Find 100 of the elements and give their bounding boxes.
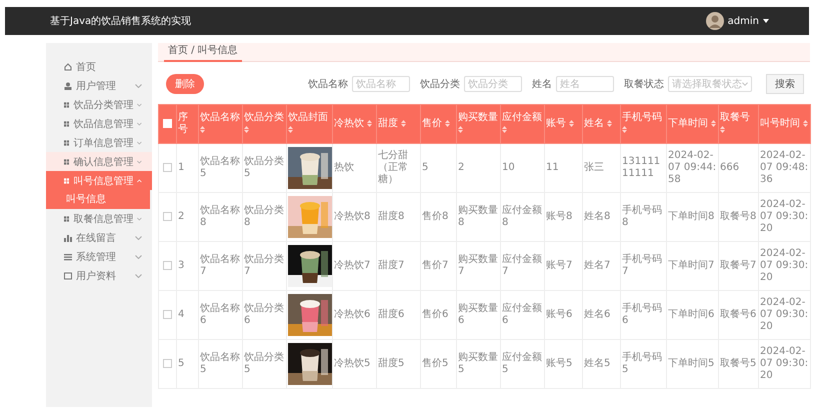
row-checkbox[interactable] xyxy=(163,310,172,319)
column-header[interactable]: 下单时间 xyxy=(666,104,718,144)
menu-item[interactable]: 首页 xyxy=(46,57,152,76)
table-cell: 11 xyxy=(546,162,559,173)
table-cell: 饮品分类6 xyxy=(244,303,284,326)
menu-icon xyxy=(64,176,70,184)
table-cell: 冷热饮5 xyxy=(334,358,370,369)
table-cell: 2024-02-07 09:30:20 xyxy=(760,297,808,332)
column-header[interactable]: 冷热饮 xyxy=(332,104,376,144)
column-header[interactable]: 应付金额 xyxy=(500,104,544,144)
table-cell: 张三 xyxy=(584,162,604,173)
table-cell: 饮品名称6 xyxy=(200,303,240,326)
filter-field[interactable]: 饮品名称 xyxy=(352,76,410,92)
table-cell: 2 xyxy=(178,211,184,222)
sort-icon[interactable] xyxy=(711,120,716,127)
table-cell: 姓名8 xyxy=(584,211,610,222)
table-cell: 下单时间8 xyxy=(668,211,714,222)
sort-icon[interactable] xyxy=(401,120,406,127)
filter-label: 姓名 xyxy=(532,78,552,91)
menu-item[interactable]: 在线留言 xyxy=(46,228,152,247)
caret-icon[interactable] xyxy=(763,19,769,23)
table-cell: 2024-02-07 09:48:36 xyxy=(760,150,808,185)
table-cell: 购买数量6 xyxy=(458,303,498,326)
column-header[interactable]: 饮品封面 xyxy=(286,104,332,144)
table-cell: 下单时间7 xyxy=(668,260,714,271)
table-cell: 手机号码7 xyxy=(622,254,662,277)
table-cell: 应付金额5 xyxy=(502,352,542,375)
menu-icon xyxy=(64,100,70,108)
menu-item[interactable]: 用户资料 xyxy=(46,266,152,285)
table-cell: 饮品分类5 xyxy=(244,352,284,375)
column-header[interactable]: 售价 xyxy=(420,104,456,144)
sort-icon[interactable] xyxy=(367,120,372,127)
filter-field[interactable]: 姓名 xyxy=(556,76,614,92)
column-header[interactable]: 甜度 xyxy=(376,104,420,144)
column-header[interactable]: 姓名 xyxy=(582,104,620,144)
menu-icon xyxy=(64,82,72,90)
table-cell: 2 xyxy=(458,162,464,173)
table-cell: 姓名7 xyxy=(584,260,610,271)
table-cell: 七分甜（正常糖） xyxy=(378,150,408,185)
table-cell: 购买数量8 xyxy=(458,205,498,228)
sort-icon[interactable] xyxy=(803,120,808,127)
filter-label: 饮品名称 xyxy=(308,78,348,91)
column-header[interactable]: 购买数量 xyxy=(456,104,500,144)
table-cell: 取餐号8 xyxy=(720,211,756,222)
column-header[interactable]: 饮品分类 xyxy=(242,104,286,144)
table-cell: 手机号码5 xyxy=(622,352,662,375)
menu-item[interactable]: 饮品信息管理 xyxy=(46,114,152,133)
table-cell: 账号6 xyxy=(546,309,572,320)
menu-item[interactable]: 订单信息管理 xyxy=(46,133,152,152)
row-checkbox[interactable] xyxy=(163,358,172,368)
row-checkbox[interactable] xyxy=(163,260,172,270)
menu-item[interactable]: 饮品分类管理 xyxy=(46,95,152,114)
table-cell: 手机号码8 xyxy=(622,205,662,228)
table-cell: 冷热饮7 xyxy=(334,260,370,271)
submenu-item[interactable]: 叫号信息 xyxy=(46,190,150,209)
table-cell: 2024-02-07 09:30:20 xyxy=(760,199,808,234)
table-cell: 取餐号7 xyxy=(720,260,756,271)
table-cell: 手机号码6 xyxy=(622,303,662,326)
table-cell: 2024-02-07 09:30:20 xyxy=(760,248,808,283)
sort-icon[interactable] xyxy=(569,120,574,127)
menu-item[interactable]: 确认信息管理 xyxy=(46,152,152,171)
table-cell: 售价5 xyxy=(422,358,448,369)
filter-label: 取餐状态 xyxy=(624,78,664,91)
filter-field[interactable]: 饮品分类 xyxy=(464,76,522,92)
table-cell: 售价8 xyxy=(422,211,448,222)
menu-icon xyxy=(64,252,72,260)
menu-item[interactable]: 用户管理 xyxy=(46,76,152,95)
column-header[interactable]: 账号 xyxy=(544,104,582,144)
column-header[interactable]: 序号 xyxy=(176,104,198,144)
table-cell: 购买数量5 xyxy=(458,352,498,375)
search-button[interactable]: 搜索 xyxy=(766,74,804,94)
column-header[interactable]: 取餐号 xyxy=(718,104,758,144)
table-cell: 应付金额7 xyxy=(502,254,542,277)
menu-item[interactable]: 系统管理 xyxy=(46,247,152,266)
table-cell: 购买数量7 xyxy=(458,254,498,277)
table-cell: 1 xyxy=(178,162,184,173)
avatar[interactable] xyxy=(706,12,724,30)
menu-item[interactable]: 叫号信息管理 xyxy=(46,171,152,190)
sort-icon[interactable] xyxy=(607,120,612,127)
table-cell: 下单时间6 xyxy=(668,309,714,320)
table-cell: 应付金额6 xyxy=(502,303,542,326)
column-header[interactable]: 手机号码 xyxy=(620,104,666,144)
sort-icon[interactable] xyxy=(445,120,450,127)
table-cell: 2024-02-07 09:44:58 xyxy=(668,150,716,185)
table-cell: 饮品名称5 xyxy=(200,352,240,375)
table-cell: 饮品分类5 xyxy=(244,156,284,179)
status-select[interactable]: 请选择取餐状态 xyxy=(668,76,752,92)
row-checkbox[interactable] xyxy=(163,162,172,172)
delete-button[interactable]: 删除 xyxy=(166,74,204,94)
table-cell: 饮品分类8 xyxy=(244,205,284,228)
table-cell: 666 xyxy=(720,162,740,173)
user-menu[interactable]: admin xyxy=(728,16,759,26)
select-all-checkbox[interactable] xyxy=(163,118,172,128)
column-header[interactable]: 叫号时间 xyxy=(758,104,810,144)
menu-icon xyxy=(64,214,70,222)
row-checkbox[interactable] xyxy=(163,212,172,221)
menu-item[interactable]: 取餐信息管理 xyxy=(46,209,152,228)
table-cell: 5 xyxy=(178,358,184,369)
column-header[interactable]: 饮品名称 xyxy=(198,104,242,144)
table-cell: 3 xyxy=(178,260,184,271)
